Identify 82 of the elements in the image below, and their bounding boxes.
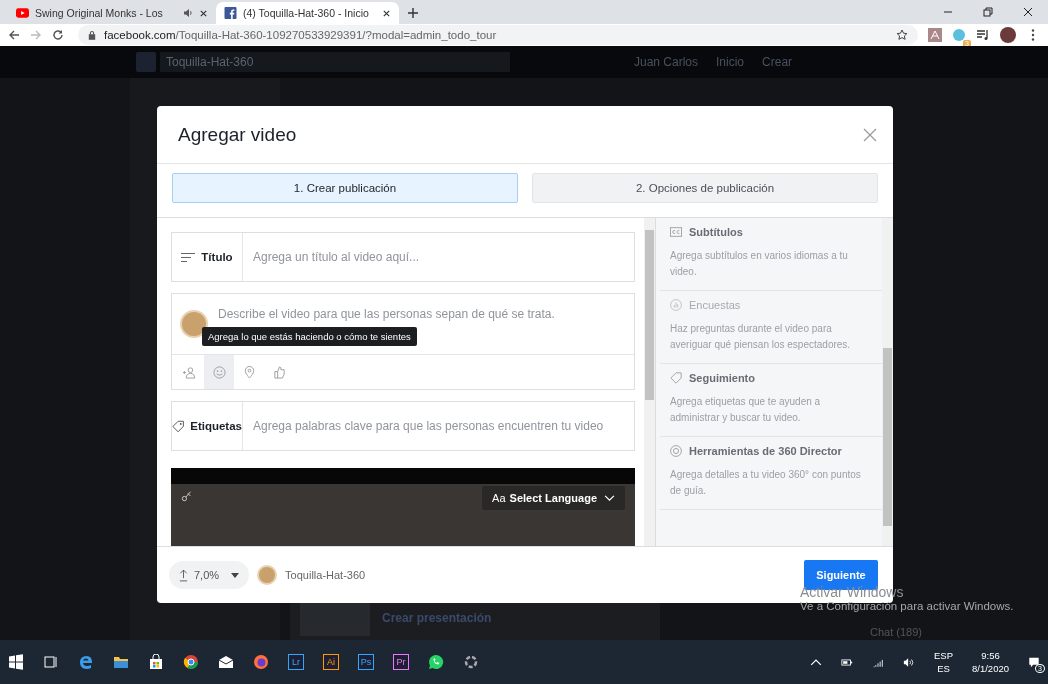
e-browser-icon[interactable] [78,654,94,670]
option-title: Encuestas [689,299,741,311]
chart-icon [670,299,682,311]
page-avatar [180,310,208,338]
clock-time[interactable]: 9:56 [981,650,1000,661]
loading-ring-icon[interactable] [463,654,479,670]
scrollbar-thumb[interactable] [645,230,654,400]
task-view-icon[interactable] [43,654,59,670]
folder-icon[interactable] [113,654,129,670]
cc-icon [670,226,682,238]
page-avatar [257,565,278,585]
language-label: Select Language [509,492,597,504]
option-title: Herramientas de 360 Director [689,445,842,457]
upload-progress-button[interactable]: 7,0% [169,561,250,589]
circle-logo-icon[interactable] [183,654,199,670]
step-tab[interactable]: 2. Opciones de publicación [532,173,878,203]
option-description: Haz preguntas durante el video para averiguar qué piensan los espectadores. [670,322,852,352]
title-input[interactable]: Agrega un título al video aquí... [243,233,634,281]
tags-field[interactable]: Etiquetas Agrega palabras clave para que las personas encuentren tu video [171,401,635,451]
restore-icon[interactable] [982,6,994,18]
language-prefix: Aa [492,492,506,504]
option-description: Agrega subtítulos en varios idiomas a tu video. [670,249,849,279]
caret-icon [231,572,240,578]
key-icon [181,490,193,502]
windows-start-icon[interactable] [8,654,24,670]
tag-icon [172,419,185,433]
play-logo-icon [16,7,29,19]
language-indicator[interactable]: ESP [934,650,953,661]
clock-date[interactable]: 8/1/2020 [972,663,1009,674]
playlist-icon[interactable] [976,28,990,42]
f-logo-icon [224,7,237,19]
lock-icon [88,30,96,40]
chat-bubble-icon[interactable] [428,654,444,670]
keyboard-layout[interactable]: ES [937,663,950,674]
chevron-down-icon [604,494,615,502]
step-tab[interactable]: 1. Crear publicación [172,173,518,203]
tag-icon [670,372,682,384]
browser-tab[interactable]: Swing Original Monks - Los [8,2,216,24]
profile-avatar[interactable] [1000,27,1016,43]
app-icon[interactable]: Lr [288,654,304,670]
field-label: Título [201,251,233,263]
option-description: Agrega detalles a tu video 360° con puntos de guía. [670,468,862,498]
field-label: Etiquetas [190,420,242,432]
modal-title: Agregar video [178,123,297,146]
url-text: facebook.com/Toquilla-Hat-360-109270533929391/?modal=admin_todo_tour [104,29,497,41]
compass-icon [670,445,682,457]
mail-icon[interactable] [218,654,234,670]
upload-icon [179,568,188,582]
description-input[interactable]: Describe el video para que las personas sepan de qué se trata. [208,302,634,326]
close-icon[interactable] [382,8,391,18]
star-icon[interactable] [896,29,908,41]
notification-icon[interactable] [1028,656,1040,668]
fox-globe-icon[interactable] [253,654,269,670]
new-tab-icon[interactable] [407,7,419,19]
scrollbar-thumb[interactable] [883,348,892,526]
tags-input[interactable]: Agrega palabras clave para que las personas encuentren tu video [243,402,634,450]
tab-title: (4) Toquilla-Hat-360 - Inicio [243,7,370,19]
close-icon[interactable] [1022,6,1034,18]
lines-icon [181,250,196,264]
option-title: Seguimiento [689,372,755,384]
volume-icon[interactable] [903,656,915,668]
app-icon[interactable]: Ai [323,654,339,670]
language-button[interactable]: Aa Select Language [482,486,625,510]
close-icon[interactable] [199,8,208,18]
app-icon[interactable]: Pr [393,654,409,670]
pdf-extension-icon[interactable] [928,28,942,42]
back-icon[interactable] [8,29,20,41]
title-field[interactable]: Título Agrega un título al video aquí... [171,232,635,282]
app-icon[interactable]: Ps [358,654,374,670]
option-description: Agrega etiquetas que te ayuden a administrar y buscar tu video. [670,395,822,425]
reload-icon[interactable] [52,29,64,41]
activation-text: Ve a Configuración para activar Windows. [800,600,1014,612]
page-name: Toquilla-Hat-360 [285,569,366,581]
browser-tab[interactable]: (4) Toquilla-Hat-360 - Inicio [216,2,399,24]
tooltip: Agrega lo que estás haciendo o cómo te sientes [202,327,417,346]
speaker-icon[interactable] [183,8,193,18]
card-title: Crear presentación [382,611,492,625]
battery-icon[interactable] [841,656,853,668]
shopping-bag-icon[interactable] [148,654,164,670]
option-title: Subtítulos [689,226,743,238]
tab-title: Swing Original Monks - Los [35,7,164,19]
address-bar[interactable]: facebook.com/Toquilla-Hat-360-109270533929391/?modal=admin_todo_tour [78,25,918,45]
